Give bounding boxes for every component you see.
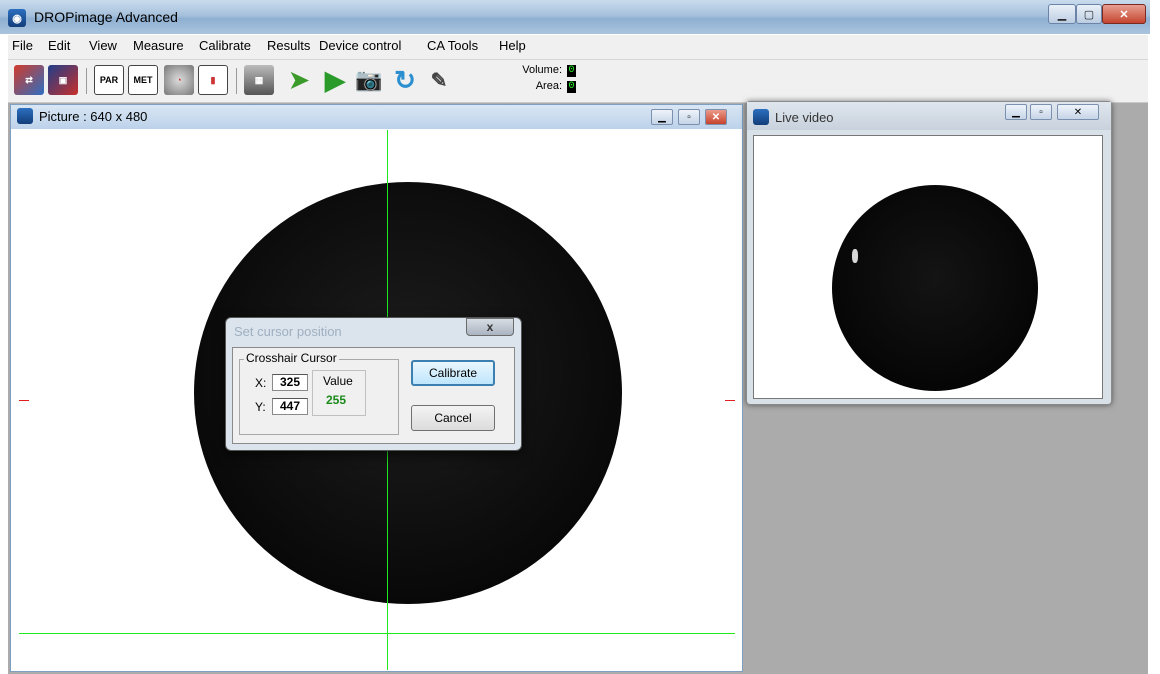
calibrate-button[interactable]: Calibrate	[411, 360, 495, 386]
close-button[interactable]: ✕	[1102, 4, 1146, 24]
minimize-button[interactable]: ▁	[1048, 4, 1076, 24]
live-window-titlebar[interactable]: Live video ▁ ▫ ✕	[747, 102, 1111, 130]
volume-value: 0	[567, 65, 576, 77]
refresh-button[interactable]: ↻	[390, 65, 420, 95]
save-image-icon: ▣	[58, 74, 68, 85]
app-icon: ◉	[8, 9, 26, 27]
cancel-button[interactable]: Cancel	[411, 405, 495, 431]
flag-arrow-icon: ➤	[288, 66, 310, 94]
maximize-icon: ▢	[1083, 8, 1095, 21]
notepad-pencil-icon: ✎	[430, 69, 448, 92]
pixel-value: 255	[326, 393, 347, 407]
chart-icon: ▮	[210, 74, 216, 85]
open-image-icon: ⇄	[25, 74, 33, 85]
toolbar-separator	[86, 68, 87, 94]
method-icon: MET	[133, 75, 153, 85]
app-icon	[17, 108, 33, 124]
x-value-field[interactable]: 325	[272, 374, 308, 391]
live-window-title: Live video	[775, 110, 834, 125]
dialog-body: Crosshair Cursor X: 325 Y: 447 Value 255…	[232, 347, 515, 444]
minimize-icon: ▁	[1012, 106, 1020, 118]
dialog-title: Set cursor position	[234, 324, 342, 339]
drop-silhouette	[832, 185, 1038, 391]
menu-edit[interactable]: Edit	[48, 38, 70, 53]
close-icon: ✕	[1073, 106, 1083, 118]
menu-bar: File Edit View Measure Calibrate Results…	[8, 35, 1148, 60]
menu-calibrate[interactable]: Calibrate	[199, 38, 251, 53]
live-close-button[interactable]: ✕	[1057, 104, 1099, 120]
maximize-icon: ▫	[687, 111, 691, 123]
menu-file[interactable]: File	[12, 38, 33, 53]
pixel-value-frame: Value 255	[312, 370, 366, 416]
area-label: Area:	[535, 80, 562, 92]
close-icon: x	[486, 320, 494, 334]
camera-icon: 📷	[355, 67, 383, 92]
parameters-button[interactable]: PAR	[94, 65, 124, 95]
picture-close-button[interactable]: ✕	[705, 109, 727, 125]
close-icon: ✕	[1119, 8, 1129, 21]
calculator-icon: ▦	[254, 74, 264, 85]
save-image-button[interactable]: ▣	[48, 65, 78, 95]
snapshot-button[interactable]: 📷	[354, 65, 384, 95]
live-minimize-button[interactable]: ▁	[1005, 104, 1027, 120]
toolbar: ⇄ ▣ PAR MET ◔ ▮ ▦ ➤ ▶ 📷 ↻ ✎ Volume: 0 Ar…	[8, 60, 1148, 103]
curved-arrow-icon: ↻	[394, 64, 416, 95]
picture-window-titlebar[interactable]: Picture : 640 x 480 ▁ ▫ ✕	[11, 105, 742, 129]
title-bar: ◉ DROPimage Advanced ▁ ▢ ✕	[0, 0, 1150, 34]
live-maximize-button[interactable]: ▫	[1030, 104, 1052, 120]
right-marker	[725, 400, 735, 401]
menu-measure[interactable]: Measure	[133, 38, 184, 53]
volume-label: Volume:	[522, 64, 562, 76]
minimize-icon: ▁	[1057, 8, 1067, 21]
method-button[interactable]: MET	[128, 65, 158, 95]
left-marker	[19, 400, 29, 401]
play-icon: ▶	[325, 64, 345, 95]
area-value: 0	[567, 81, 576, 93]
live-video-window: Live video ▁ ▫ ✕	[746, 101, 1112, 405]
open-image-button[interactable]: ⇄	[14, 65, 44, 95]
toolbar-separator	[236, 68, 237, 94]
menu-results[interactable]: Results	[267, 38, 310, 53]
edit-button[interactable]: ✎	[424, 65, 454, 95]
live-video-feed[interactable]	[753, 135, 1103, 399]
app-icon	[753, 109, 769, 125]
reflection-highlight	[852, 249, 858, 263]
maximize-icon: ▫	[1039, 106, 1043, 118]
group-label: Crosshair Cursor	[244, 351, 339, 365]
maximize-button[interactable]: ▢	[1076, 4, 1102, 24]
x-label: X:	[255, 376, 267, 390]
picture-minimize-button[interactable]: ▁	[651, 109, 673, 125]
value-label: Value	[323, 374, 353, 388]
crosshair-horizontal[interactable]	[19, 633, 735, 634]
window-title: DROPimage Advanced	[34, 9, 178, 25]
parameters-icon: PAR	[99, 75, 119, 85]
clock-icon: ◔	[176, 75, 182, 85]
start-button[interactable]: ▶	[320, 65, 350, 95]
set-cursor-dialog: Set cursor position x Crosshair Cursor X…	[225, 317, 522, 451]
minimize-icon: ▁	[658, 111, 666, 123]
menu-help[interactable]: Help	[499, 38, 526, 53]
picture-window-title: Picture : 640 x 480	[39, 109, 148, 124]
report-button[interactable]: ▮	[198, 65, 228, 95]
timer-button[interactable]: ◔	[164, 65, 194, 95]
menu-ca-tools[interactable]: CA Tools	[427, 38, 478, 53]
calculator-button[interactable]: ▦	[244, 65, 274, 95]
measure-button[interactable]: ➤	[284, 65, 314, 95]
menu-device-control[interactable]: Device control	[319, 38, 401, 53]
crosshair-cursor-group: Crosshair Cursor X: 325 Y: 447 Value 255	[239, 351, 399, 435]
dialog-close-button[interactable]: x	[466, 318, 514, 336]
y-label: Y:	[255, 400, 266, 414]
picture-maximize-button[interactable]: ▫	[678, 109, 700, 125]
y-value-field[interactable]: 447	[272, 398, 308, 415]
close-icon: ✕	[711, 111, 721, 123]
menu-view[interactable]: View	[89, 38, 117, 53]
